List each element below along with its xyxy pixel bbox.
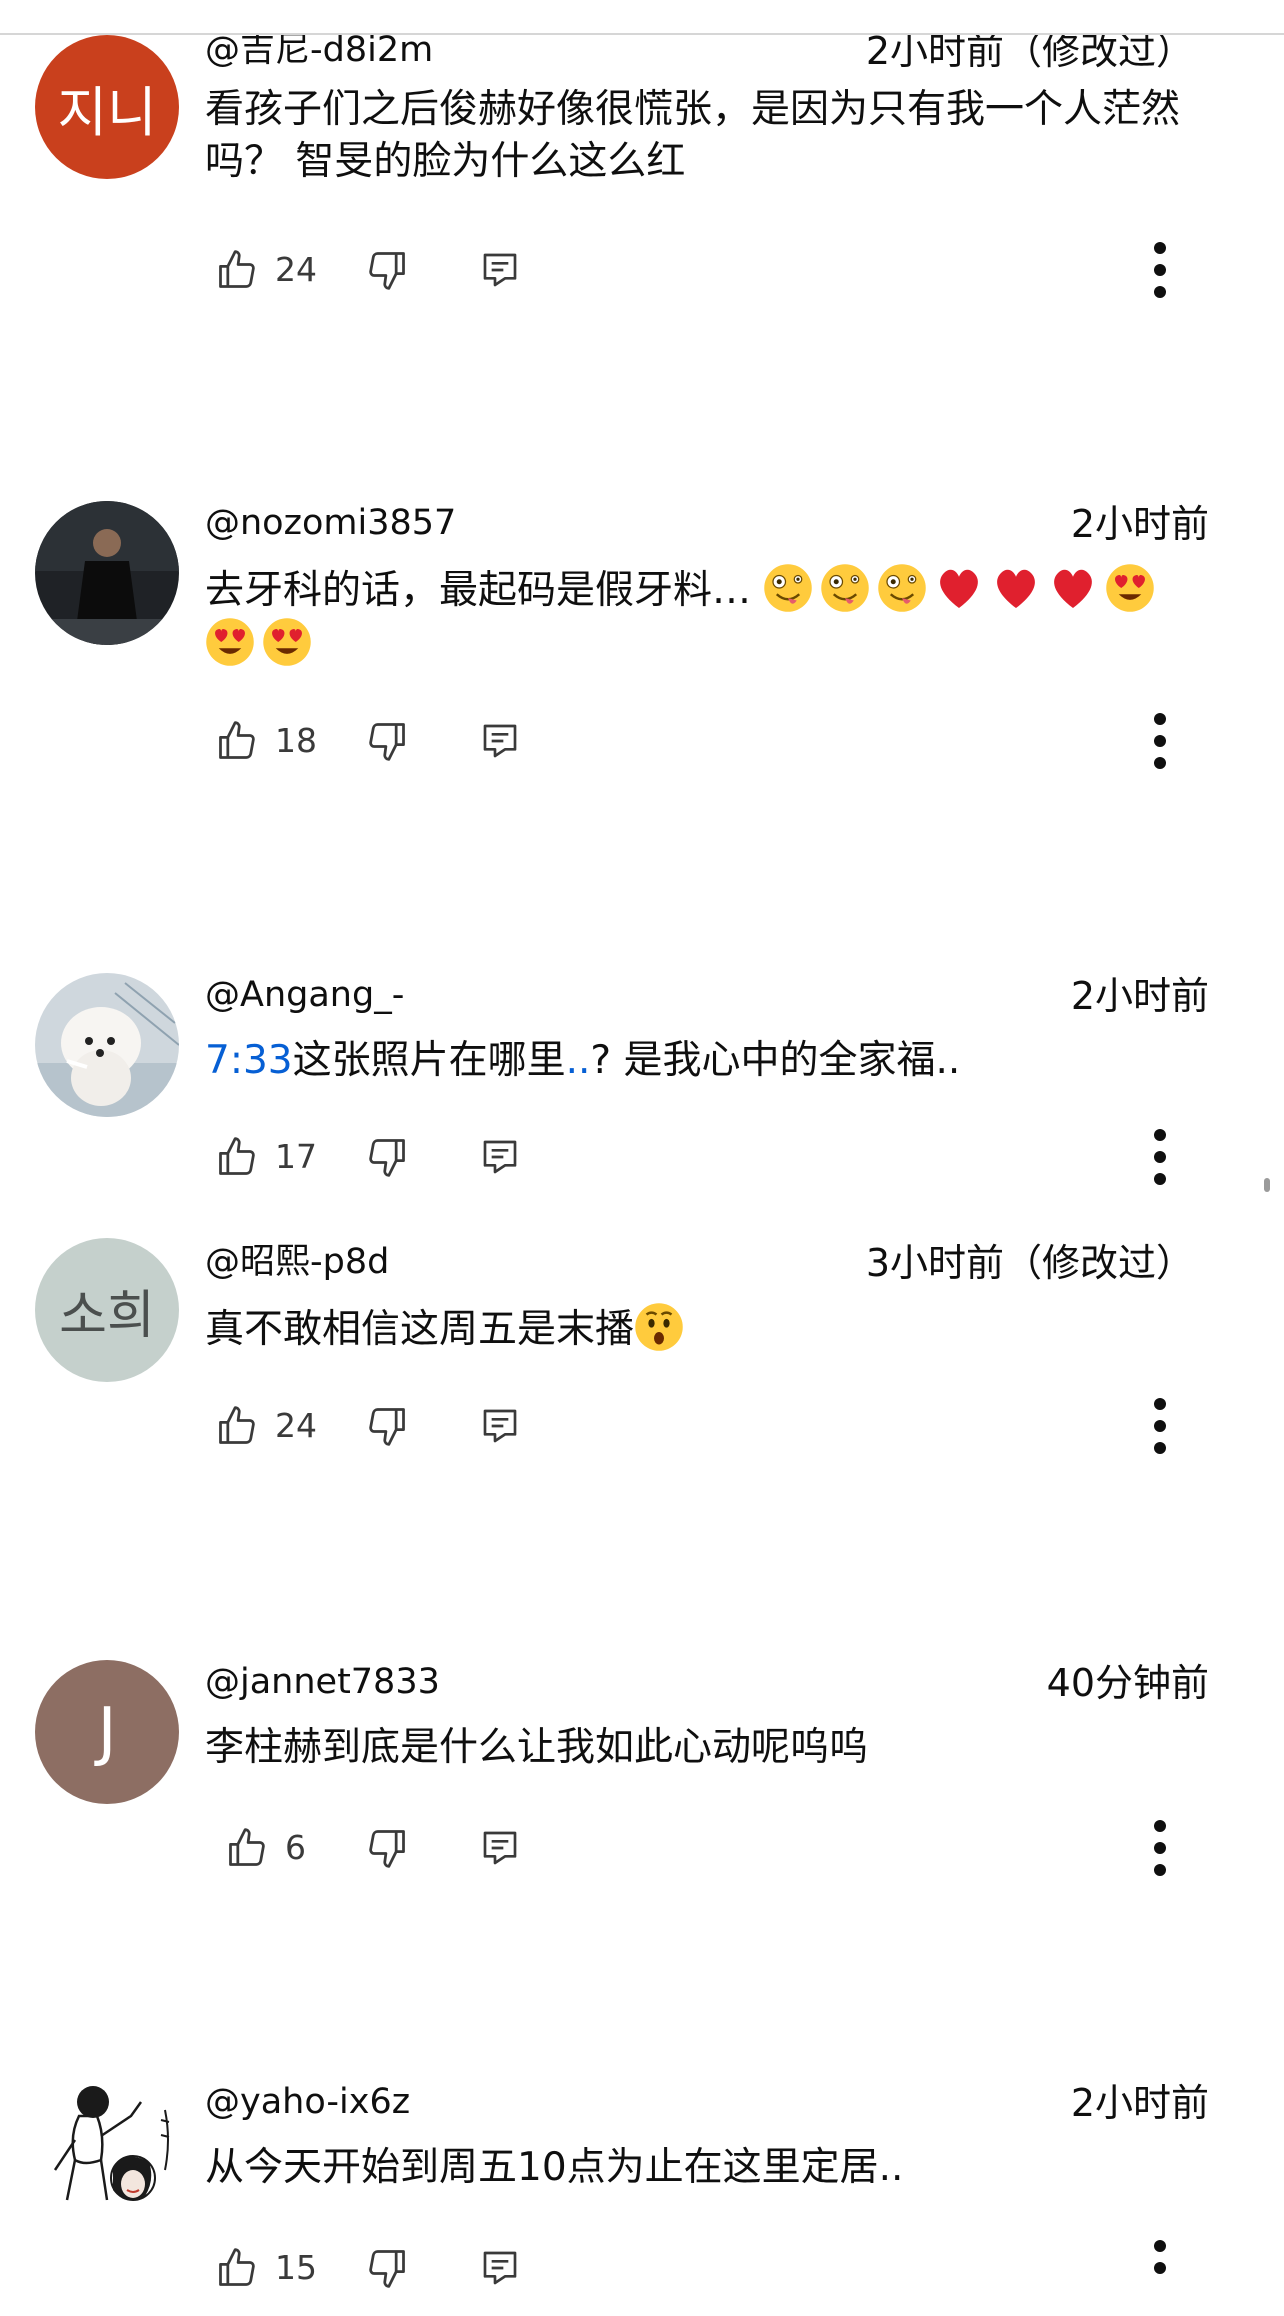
thumbs-down-icon[interactable] [365,248,409,292]
avatar[interactable]: 소희 [35,1238,179,1382]
comment-thread: @yaho-ix6z 2小时前 从今天开始到周五10点为止在这里定居.. 15 [0,2080,1284,2316]
top-divider [0,0,1284,35]
comment-text-block: 7:33这张照片在哪里..? 是我心中的全家福.. [205,1035,1215,1087]
comment-text-dots: .. [565,1038,591,1083]
like-count: 18 [275,721,317,760]
comment-thread: 소희 @昭熙-p8d 3小时前（修改过） 真不敢相信这周五是末播 24 [0,1238,1284,1470]
comment-thread: @nozomi3857 2小时前 去牙科的话，最起码是假牙料… 18 [0,501,1284,781]
red-heart-emoji [940,569,979,608]
crazy-face-emoji [878,564,927,612]
reply-comment-icon[interactable] [480,2248,520,2288]
heart-eyes-emoji [206,618,254,666]
thumbs-up-icon[interactable] [225,1826,269,1870]
comment-actions: 17 [205,1115,1215,1195]
comment-text: ? 是我心中的全家福.. [590,1038,961,1083]
avatar-initials: 소희 [59,1285,155,1346]
avatar-photo [35,973,179,1117]
thumbs-up-icon[interactable] [215,2246,259,2290]
more-vertical-icon[interactable] [1150,240,1170,300]
heart-eyes-emoji [1106,564,1155,612]
like-count: 6 [285,1828,306,1867]
comment-actions: 18 [205,699,1215,779]
reply-comment-icon[interactable] [480,1137,520,1177]
thumbs-up-icon[interactable] [215,719,259,763]
crazy-face-emoji [764,564,813,612]
thumbs-up-icon[interactable] [215,1135,259,1179]
avatar-drawing [35,2080,179,2224]
reply-comment-icon[interactable] [480,250,520,290]
thumbs-down-icon[interactable] [365,1826,409,1870]
hushed-face-emoji [635,1303,683,1351]
scrollbar-thumb[interactable] [1264,1178,1270,1192]
comment-thread: J @jannet7833 40分钟前 李柱赫到底是什么让我如此心动呢呜呜 6 [0,1660,1284,1890]
thumbs-down-icon[interactable] [365,1135,409,1179]
thumbs-up-icon[interactable] [215,1404,259,1448]
avatar-photo [35,501,179,645]
more-vertical-icon[interactable] [1150,711,1170,771]
comment-time: 2小时前 [1070,502,1209,546]
red-heart-emoji [1054,569,1093,608]
avatar[interactable] [35,973,179,1117]
thumbs-down-icon[interactable] [365,719,409,763]
avatar[interactable]: 지니 [35,35,179,179]
comment-time: 2小时前 [1070,974,1209,1018]
comment-thread: @Angang_- 2小时前 7:33这张照片在哪里..? 是我心中的全家福..… [0,973,1284,1203]
comment-text-block: 去牙科的话，最起码是假牙料… [205,563,1215,671]
comment-time: 3小时前（修改过） [865,1241,1194,1285]
like-count: 24 [275,1406,317,1445]
avatar-initials: 지니 [57,80,157,144]
comment-text: 看孩子们之后俊赫好像很慌张，是因为只有我一个人茫然吗？ 智旻的脸为什么这么红 [205,87,1181,184]
comment-author[interactable]: @nozomi3857 [205,501,456,545]
red-heart-emoji [997,569,1036,608]
reply-comment-icon[interactable] [480,721,520,761]
comment-text: 去牙科的话，最起码是假牙料… [205,568,752,613]
more-vertical-icon[interactable] [1150,1396,1170,1456]
comment-text-block: 真不敢相信这周五是末播 [205,1302,1215,1356]
comment-text: 真不敢相信这周五是末播 [205,1307,635,1352]
comment-time: 40分钟前 [1046,1661,1209,1705]
comment-actions: 15 [205,2226,1215,2306]
avatar[interactable] [35,2080,179,2224]
comment-actions: 24 [205,228,1215,308]
more-vertical-icon[interactable] [1150,1127,1170,1187]
more-vertical-icon[interactable] [1150,1818,1170,1878]
comment-actions: 6 [205,1806,1215,1886]
avatar[interactable] [35,501,179,645]
reply-comment-icon[interactable] [480,1406,520,1446]
more-vertical-icon[interactable] [1150,2238,1170,2288]
thumbs-down-icon[interactable] [365,1404,409,1448]
crazy-face-emoji [821,564,870,612]
like-count: 17 [275,1137,317,1176]
comment-author[interactable]: @jannet7833 [205,1660,440,1704]
comment-text: 李柱赫到底是什么让我如此心动呢呜呜 [205,1725,869,1770]
comment-actions: 24 [205,1384,1215,1464]
thumbs-down-icon[interactable] [365,2246,409,2290]
comment-time: 2小时前 [1070,2081,1209,2125]
comment-author[interactable]: @昭熙-p8d [205,1240,389,1284]
comment-author[interactable]: @yaho-ix6z [205,2080,410,2124]
avatar-initials: J [97,1695,117,1769]
comment-text: 这张照片在哪里 [292,1038,566,1083]
video-timestamp-link[interactable]: 7:33 [205,1038,293,1083]
comment-text: 从今天开始到周五10点为止在这里定居.. [205,2145,904,2190]
heart-eyes-emoji [263,618,311,666]
like-count: 15 [275,2248,317,2287]
like-count: 24 [275,250,317,289]
comment-thread: 지니 @吉尼-d8i2m 2小时前（修改过） 看孩子们之后俊赫好像很慌张，是因为… [0,28,1284,308]
comment-author[interactable]: @Angang_- [205,973,404,1017]
thumbs-up-icon[interactable] [215,248,259,292]
avatar[interactable]: J [35,1660,179,1804]
reply-comment-icon[interactable] [480,1828,520,1868]
